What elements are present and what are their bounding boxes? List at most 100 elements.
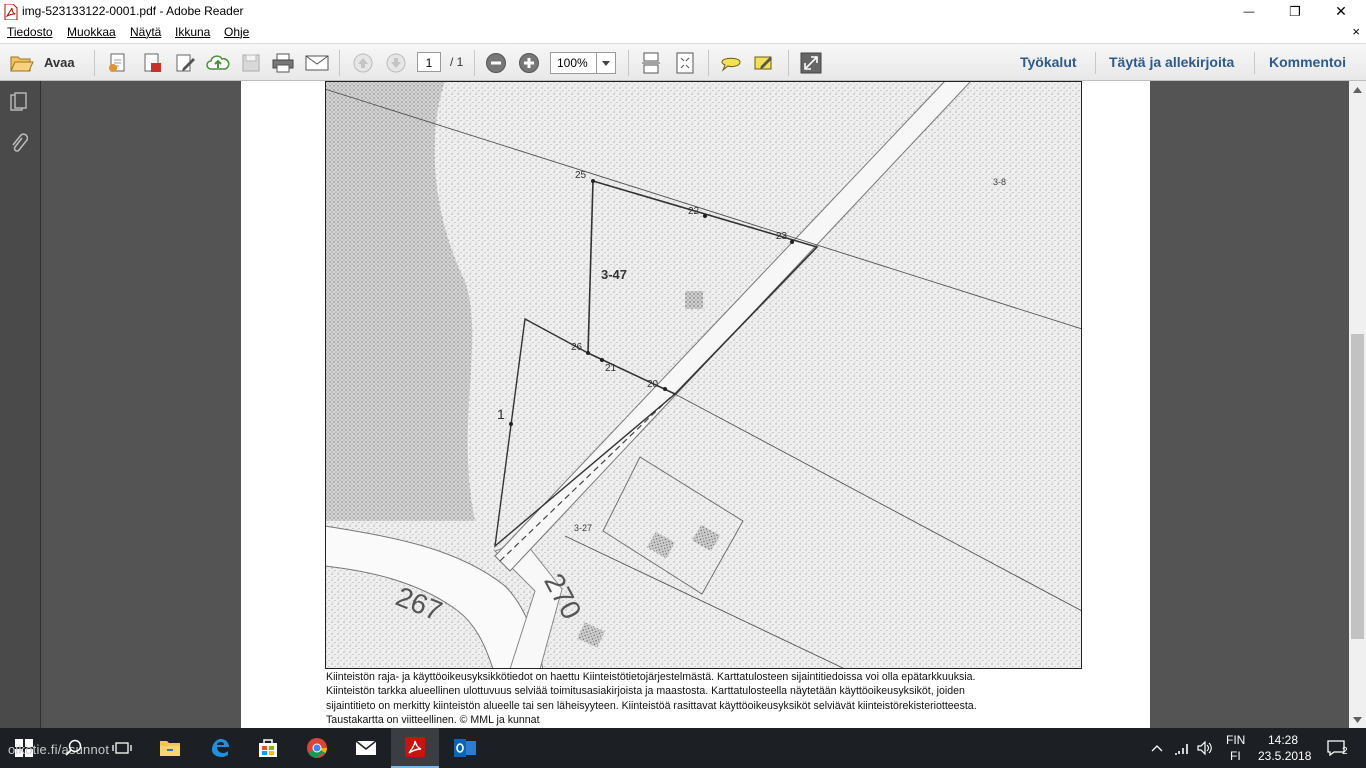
toolbar-separator [94, 50, 95, 76]
mail-envelope-icon [355, 740, 377, 755]
document-viewport[interactable]: 3-47 3-8 3-27 270 267 1 25 22 23 26 21 2… [41, 81, 1349, 728]
open-label[interactable]: Avaa [44, 55, 75, 70]
upload-button[interactable] [205, 50, 231, 76]
volume-button[interactable] [1193, 728, 1217, 768]
page-thumbnails-button[interactable] [7, 89, 31, 115]
create-pdf-icon [109, 53, 125, 72]
page-number-input[interactable]: 1 [417, 52, 441, 72]
keyboard-layout[interactable]: FI [1230, 749, 1241, 763]
toolbar-separator [788, 50, 789, 76]
title-bar: img-523133122-0001.pdf - Adobe Reader — … [0, 0, 1366, 23]
input-language[interactable]: FIN [1226, 733, 1245, 747]
minimize-icon: — [1243, 5, 1255, 18]
pdf-page: 3-47 3-8 3-27 270 267 1 25 22 23 26 21 2… [241, 81, 1150, 728]
point-label-26: 26 [571, 342, 583, 353]
fill-sign-pane-button[interactable]: Täytä ja allekirjoita [1109, 54, 1234, 70]
store-button[interactable] [244, 728, 292, 768]
task-view-icon [112, 742, 132, 754]
building [685, 291, 703, 309]
toolbar: Avaa 1 / 1 100% Työkalut Täytä ja alleki… [0, 43, 1366, 81]
boundary-point [790, 240, 794, 244]
edit-pdf-button[interactable] [172, 50, 198, 76]
minimize-button[interactable]: — [1226, 0, 1272, 23]
scroll-up-button[interactable] [1349, 81, 1366, 98]
pdf-file-icon [4, 3, 18, 21]
network-button[interactable] [1170, 728, 1194, 768]
export-pdf-button[interactable] [139, 50, 165, 76]
save-disk-icon [242, 54, 260, 72]
chrome-button[interactable] [293, 728, 341, 768]
boundary-point [509, 422, 513, 426]
menu-help[interactable]: Ohje [224, 25, 249, 39]
store-bag-icon [259, 739, 277, 757]
mail-button[interactable] [342, 728, 390, 768]
chevron-up-icon [1151, 744, 1163, 751]
next-page-button[interactable] [383, 50, 409, 76]
toolbar-separator [474, 50, 475, 76]
close-window-button[interactable]: ✕ [1318, 0, 1364, 23]
parcel-label-main: 3-47 [601, 267, 627, 282]
scroll-down-button[interactable] [1349, 711, 1366, 728]
caption-line: Taustakartta on viitteellinen. © MML ja … [326, 714, 540, 727]
boundary-point [703, 214, 707, 218]
adobe-reader-button[interactable] [391, 728, 439, 768]
zoom-select[interactable]: 100% [550, 52, 616, 74]
map-disclaimer: Kiinteistön raja- ja käyttöoikeusyksikkö… [326, 670, 1086, 728]
folder-open-icon [10, 56, 34, 72]
clock-date[interactable]: 23.5.2018 [1258, 749, 1311, 763]
envelope-icon [305, 55, 329, 71]
fit-page-button[interactable] [672, 50, 698, 76]
chevron-down-icon [1353, 716, 1362, 723]
speaker-icon [1197, 741, 1212, 755]
menu-file[interactable]: Tiedosto [7, 25, 53, 39]
zoom-in-button[interactable] [516, 50, 542, 76]
menu-window[interactable]: Ikkuna [175, 25, 210, 39]
email-button[interactable] [304, 50, 330, 76]
scrollbar-thumb[interactable] [1351, 334, 1364, 639]
arrow-up-circle-icon [353, 53, 373, 73]
scroll-mode-button[interactable] [638, 50, 664, 76]
open-button[interactable] [9, 50, 35, 76]
page-total: / 1 [450, 55, 464, 69]
toolbar-separator [1254, 52, 1255, 74]
print-button[interactable] [270, 50, 296, 76]
minus-circle-icon [486, 53, 506, 73]
highlighter-icon [754, 56, 772, 70]
file-explorer-button[interactable] [146, 728, 194, 768]
boundary-point [600, 358, 604, 362]
highlight-button[interactable] [751, 50, 777, 76]
sticky-note-button[interactable] [718, 50, 744, 76]
fullscreen-button[interactable] [798, 50, 824, 76]
boundary-point [586, 351, 590, 355]
maximize-button[interactable]: ❐ [1272, 0, 1318, 23]
save-button[interactable] [238, 50, 264, 76]
search-button[interactable] [50, 728, 98, 768]
tools-pane-button[interactable]: Työkalut [1020, 54, 1077, 70]
notification-count: 2 [1342, 746, 1348, 757]
property-map: 3-47 3-8 3-27 270 267 1 25 22 23 26 21 2… [325, 81, 1082, 669]
zoom-out-button[interactable] [483, 50, 509, 76]
menu-edit[interactable]: Muokkaa [67, 25, 116, 39]
restore-icon: ❐ [1289, 3, 1301, 19]
task-view-button[interactable] [98, 728, 146, 768]
toolbar-separator [339, 50, 340, 76]
outlook-button[interactable] [441, 728, 489, 768]
attachments-button[interactable] [7, 131, 31, 157]
export-pdf-icon [144, 53, 161, 72]
arrow-down-circle-icon [386, 53, 406, 73]
vertical-scrollbar[interactable] [1349, 81, 1366, 728]
clock-time[interactable]: 14:28 [1268, 733, 1298, 747]
toolbar-separator [1095, 52, 1096, 74]
wifi-icon [1175, 744, 1188, 755]
folder-icon [160, 741, 180, 756]
edge-button[interactable] [196, 728, 244, 768]
previous-page-button[interactable] [350, 50, 376, 76]
close-document-button[interactable]: × [1352, 24, 1360, 39]
menu-view[interactable]: Näytä [130, 25, 161, 39]
fit-page-icon [676, 52, 694, 74]
create-pdf-button[interactable] [105, 50, 131, 76]
comment-pane-button[interactable]: Kommentoi [1269, 54, 1346, 70]
point-label-25: 25 [575, 170, 587, 181]
show-hidden-icons-button[interactable] [1143, 728, 1171, 768]
action-center-button[interactable]: 2 [1316, 728, 1356, 768]
